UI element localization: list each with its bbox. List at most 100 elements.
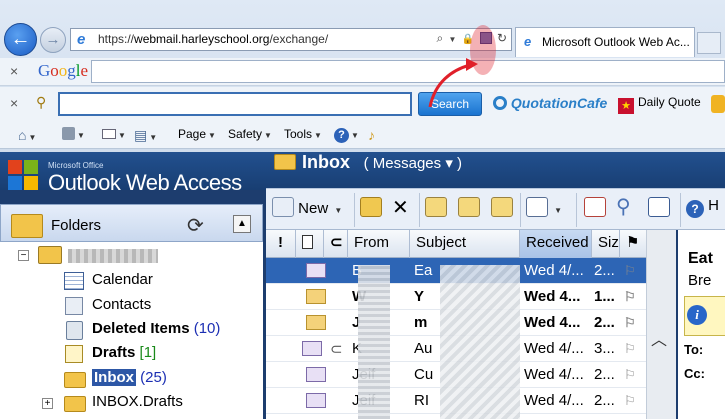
column-flag[interactable]: ⚑ xyxy=(620,230,646,258)
page-menu[interactable]: Page ▼ xyxy=(178,127,216,141)
research-icon[interactable]: ♪ xyxy=(368,127,375,143)
find-button[interactable]: ⚲ xyxy=(616,194,631,220)
column-importance[interactable]: ! xyxy=(266,230,296,258)
folder-label: INBOX.Drafts xyxy=(92,393,183,410)
daily-quote-button[interactable]: ★ Daily Quote xyxy=(618,95,701,114)
folder-inbox[interactable]: Inbox (25) xyxy=(0,368,263,392)
message-size: 1... xyxy=(594,288,615,305)
inbox-title: Inbox xyxy=(302,152,350,172)
flag-icon[interactable]: ⚐ xyxy=(624,315,636,331)
options-button[interactable] xyxy=(584,197,606,223)
daily-quote-label: Daily Quote xyxy=(638,95,701,109)
search-button[interactable]: Search xyxy=(418,92,482,116)
office-logo-icon xyxy=(8,160,42,194)
delete-button[interactable]: ✕ xyxy=(392,195,409,221)
quotationcafe-label: QuotationCafe xyxy=(510,95,608,111)
message-received: Wed 4... xyxy=(524,314,581,331)
back-button[interactable]: ← xyxy=(4,23,37,56)
reply-button[interactable] xyxy=(425,197,447,223)
safety-menu[interactable]: Safety ▼ xyxy=(228,127,272,141)
toolbar-search-input[interactable] xyxy=(58,92,412,116)
navigation-row: ← → e https://webmail.harleyschool.org/e… xyxy=(0,20,725,58)
home-button[interactable]: ⌂ ▼ xyxy=(18,127,36,143)
lock-icon[interactable]: 🔒 xyxy=(462,34,474,45)
forward-button[interactable]: → xyxy=(40,27,66,53)
message-list-scrollbar[interactable]: ︿ xyxy=(646,230,676,419)
new-tab-button[interactable] xyxy=(697,32,721,54)
new-button[interactable]: New ▼ xyxy=(272,197,342,223)
refresh-icon[interactable]: ↻ xyxy=(497,31,507,45)
collapse-pane-icon[interactable]: ▲ xyxy=(233,215,251,233)
help-icon: ? xyxy=(686,200,704,218)
column-type[interactable] xyxy=(296,230,324,258)
folder-deleted-items[interactable]: Deleted Items (10) xyxy=(0,319,263,343)
address-bar[interactable]: e https://webmail.harleyschool.org/excha… xyxy=(70,28,512,51)
search-icon[interactable]: ⌕ xyxy=(436,31,443,45)
close-toolbar-icon[interactable]: × xyxy=(10,63,18,79)
back-arrow-icon: ← xyxy=(10,28,31,50)
folder-contacts[interactable]: Contacts xyxy=(0,295,263,319)
owa-header: Microsoft Office Outlook Web Access Inbo… xyxy=(0,152,725,195)
reply-icon xyxy=(425,197,447,217)
address-book-button[interactable] xyxy=(648,197,670,223)
folder-pane: Folders ⟳ ▲ − Calendar Contacts Deleted … xyxy=(0,204,263,419)
ie-tab-icon: e xyxy=(524,34,532,49)
tab-outlook-web-access[interactable]: e Microsoft Outlook Web Ac... xyxy=(515,27,695,57)
url-host: webmail.harleyschool.org xyxy=(134,32,270,46)
inbox-folder-icon xyxy=(274,154,296,170)
page-title: Inbox ( Messages ▾ ) xyxy=(274,152,462,173)
toolbar-separator xyxy=(354,193,355,227)
folder-calendar[interactable]: Calendar xyxy=(0,270,263,294)
message-size: 2... xyxy=(594,392,615,409)
key-icon: ⚲ xyxy=(36,94,47,110)
view-options-button[interactable]: ▼ xyxy=(526,197,562,223)
drafts-icon xyxy=(65,345,83,363)
refresh-folders-icon[interactable]: ⟳ xyxy=(187,213,204,238)
address-url[interactable]: https://webmail.harleyschool.org/exchang… xyxy=(98,32,328,46)
message-size: 2... xyxy=(594,366,615,383)
flag-icon[interactable]: ⚐ xyxy=(624,263,636,279)
reply-all-button[interactable] xyxy=(458,197,480,223)
message-toolbar: New ▼ ✕ ▼ ⚲ ? H xyxy=(266,188,725,230)
help-menu[interactable]: ? ▼ xyxy=(334,127,359,143)
column-from[interactable]: From xyxy=(348,230,410,258)
column-subject[interactable]: Subject xyxy=(410,230,520,258)
collapse-expander[interactable]: − xyxy=(18,250,29,261)
column-received[interactable]: Received xyxy=(520,230,592,258)
scroll-up-icon[interactable]: ︿ xyxy=(651,326,667,350)
mail-icon xyxy=(102,129,116,139)
list-view-icon xyxy=(526,197,548,217)
message-received: Wed 4/... xyxy=(524,392,584,409)
mailbox-root[interactable]: − xyxy=(0,244,263,268)
flag-icon[interactable]: ⚐ xyxy=(624,367,636,383)
column-size[interactable]: Size xyxy=(592,230,620,258)
help-button[interactable]: ? H xyxy=(686,197,719,223)
toolbar-overflow-icon[interactable] xyxy=(711,95,725,113)
move-to-folder-button[interactable] xyxy=(360,197,382,223)
calendar-icon xyxy=(64,272,84,290)
flag-icon[interactable]: ⚐ xyxy=(624,341,636,357)
flag-icon[interactable]: ⚐ xyxy=(624,393,636,409)
google-search-input[interactable] xyxy=(91,60,725,83)
compatibility-view-icon[interactable] xyxy=(479,32,492,44)
view-selector[interactable]: ( Messages ▾ ) xyxy=(364,155,462,172)
folder-inbox-drafts[interactable]: + INBOX.Drafts xyxy=(0,392,263,416)
folder-label: Calendar xyxy=(92,271,153,288)
mail-button[interactable]: ▼ xyxy=(102,127,126,141)
browser-chrome: ← → e https://webmail.harleyschool.org/e… xyxy=(0,0,725,152)
tools-menu[interactable]: Tools ▼ xyxy=(284,127,322,141)
feeds-button[interactable]: ▼ xyxy=(62,127,85,141)
new-label: New xyxy=(298,200,329,217)
attachment-icon: ⊂ xyxy=(330,341,343,358)
expand-expander[interactable]: + xyxy=(42,398,53,409)
print-button[interactable]: ▤ ▼ xyxy=(134,127,157,144)
folder-drafts[interactable]: Drafts [1] xyxy=(0,343,263,367)
column-attachment[interactable]: ⊂ xyxy=(324,230,348,258)
flag-icon[interactable]: ⚐ xyxy=(624,289,636,305)
unread-envelope-icon xyxy=(306,315,326,330)
dropdown-icon[interactable]: ▼ xyxy=(449,35,457,44)
help-label: H xyxy=(708,197,720,214)
close-toolbar-icon[interactable]: × xyxy=(10,95,18,111)
quotationcafe-link[interactable]: QuotationCafe xyxy=(493,95,607,111)
forward-button[interactable] xyxy=(491,197,513,223)
